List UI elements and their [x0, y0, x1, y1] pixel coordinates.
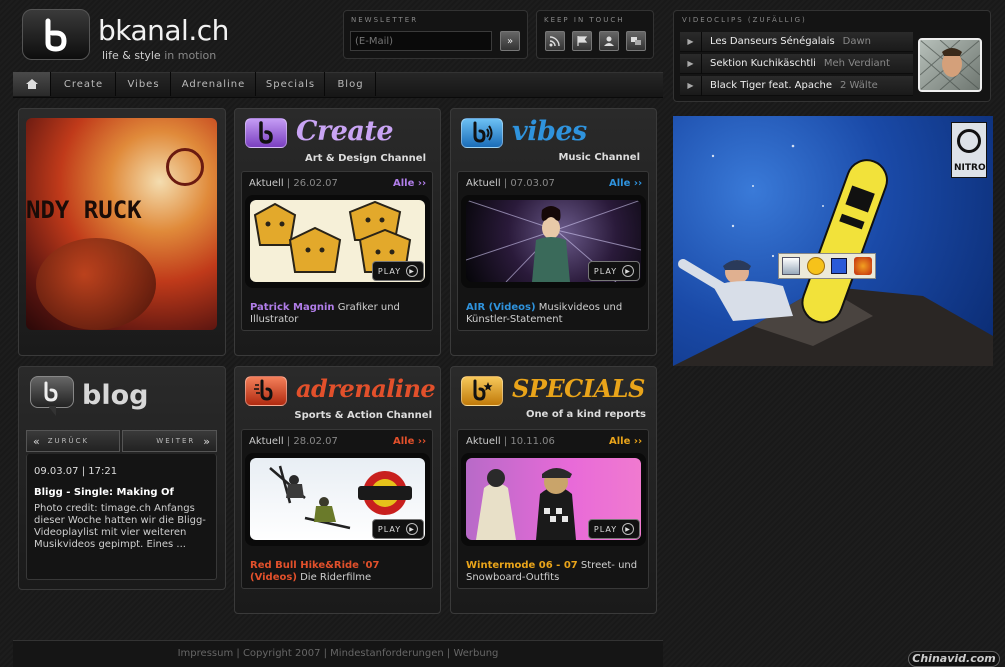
create-alle-link[interactable]: Alle ››	[393, 178, 426, 189]
adrenaline-title[interactable]: adrenaline	[296, 374, 436, 403]
logo-icon[interactable]	[22, 9, 90, 60]
create-channel-icon[interactable]	[245, 118, 287, 148]
logo-tagline: life & style in motion	[102, 49, 217, 62]
videoclip-row[interactable]: ▶ Sektion Kuchikäschtli Meh Verdiant	[680, 53, 913, 74]
footer-link-werbung[interactable]: Werbung	[453, 648, 498, 659]
adrenaline-description: Red Bull Hike&Ride '07 (Videos) Die Ride…	[250, 560, 380, 583]
speech-tail-icon	[48, 406, 56, 416]
specials-title[interactable]: SPECIALS	[512, 374, 645, 403]
save-icon[interactable]	[831, 258, 848, 274]
create-description: Patrick Magnin Grafiker und Illustrator	[250, 302, 400, 325]
nav-item-adrenaline[interactable]: Adrenaline	[172, 72, 256, 96]
contact-card-icon[interactable]	[599, 31, 619, 51]
flag-icon[interactable]	[572, 31, 592, 51]
double-chevron-right-icon: »	[203, 434, 210, 448]
create-play-button[interactable]: PLAY ▶	[372, 261, 424, 281]
nav-item-specials[interactable]: Specials	[257, 72, 325, 96]
nav-item-vibes[interactable]: Vibes	[117, 72, 171, 96]
create-aktuell: Aktuell | 26.02.07	[249, 178, 338, 189]
vibes-play-button[interactable]: PLAY ▶	[588, 261, 640, 281]
newsletter-title: NEWSLETTER	[351, 16, 419, 24]
logo-text[interactable]: bkanal.ch	[98, 14, 229, 47]
specials-subtitle: One of a kind reports	[525, 409, 646, 420]
blog-post-title[interactable]: Bligg - Single: Making Of	[34, 487, 174, 498]
vibes-description: AIR (Videos) Musikvideos und Künstler-St…	[466, 302, 623, 325]
feature-image-text: NDY RUCK	[26, 196, 142, 224]
messenger-icon[interactable]	[853, 257, 872, 275]
videoclips-title: VIDEOCLIPS (ZUFÄLLIG)	[682, 16, 807, 24]
rss-icon[interactable]	[545, 31, 565, 51]
create-subtitle: Art & Design Channel	[304, 153, 426, 164]
footer-link-requirements[interactable]: Mindestanforderungen	[330, 648, 444, 659]
blog-post-body: Photo credit: timage.ch Anfangs dieser W…	[34, 503, 206, 550]
play-icon: ▶	[622, 523, 635, 535]
home-icon[interactable]	[13, 72, 51, 96]
image-toolbar	[778, 253, 876, 279]
nav-item-blog[interactable]: Blog	[326, 72, 376, 96]
play-icon[interactable]: ▶	[680, 31, 702, 52]
keep-in-touch-title: KEEP IN TOUCH	[544, 16, 625, 24]
specials-aktuell: Aktuell | 10.11.06	[466, 436, 555, 447]
newsletter-email-input[interactable]	[350, 31, 492, 51]
play-icon[interactable]: ▶	[680, 75, 702, 96]
ad-brand-text: NITRO	[954, 163, 986, 173]
footer: Impressum | Copyright 2007 | Mindestanfo…	[13, 640, 663, 667]
ad-brand-logo: NITRO	[951, 122, 987, 178]
play-icon: ▶	[406, 523, 419, 535]
nav-item-create[interactable]: Create	[52, 72, 116, 96]
smiley-icon[interactable]	[806, 257, 825, 275]
adrenaline-channel-icon[interactable]	[245, 376, 287, 406]
videoclip-row[interactable]: ▶ Les Danseurs Sénégalais Dawn	[680, 31, 913, 52]
play-icon: ▶	[622, 265, 635, 277]
blog-back-button[interactable]: «ZURÜCK	[26, 430, 120, 452]
adrenaline-subtitle: Sports & Action Channel	[294, 410, 432, 421]
adrenaline-aktuell: Aktuell | 28.02.07	[249, 436, 338, 447]
videoclip-thumbnail[interactable]	[918, 38, 982, 92]
blog-icon[interactable]	[30, 376, 74, 408]
vibes-subtitle: Music Channel	[558, 152, 640, 163]
footer-link-impressum[interactable]: Impressum	[178, 648, 234, 659]
media-icon[interactable]	[782, 257, 801, 275]
play-icon[interactable]: ▶	[680, 53, 702, 74]
ad-banner[interactable]: NITRO	[673, 116, 993, 366]
adrenaline-play-button[interactable]: PLAY ▶	[372, 519, 424, 539]
play-icon: ▶	[406, 265, 419, 277]
vibes-title[interactable]: vibes	[512, 116, 587, 147]
blog-timestamp: 09.03.07 | 17:21	[34, 466, 118, 477]
vibes-channel-icon[interactable]	[461, 118, 503, 148]
community-icon[interactable]	[626, 31, 646, 51]
blog-title[interactable]: blog	[82, 380, 148, 411]
double-chevron-left-icon: «	[33, 434, 40, 448]
videoclip-row[interactable]: ▶ Black Tiger feat. Apache 2 Wälte	[680, 75, 913, 96]
vibes-alle-link[interactable]: Alle ››	[609, 178, 642, 189]
double-chevron-right-icon[interactable]: »	[500, 31, 520, 51]
specials-description: Wintermode 06 - 07 Street- und Snowboard…	[466, 560, 638, 583]
watermark: Chinavid.com	[908, 651, 1000, 667]
specials-play-button[interactable]: PLAY ▶	[588, 519, 640, 539]
specials-channel-icon[interactable]	[461, 376, 503, 406]
create-title[interactable]: Create	[296, 116, 394, 147]
blog-next-button[interactable]: WEITER»	[122, 430, 217, 452]
feature-image[interactable]: NDY RUCK	[26, 118, 217, 330]
footer-copyright: Copyright 2007	[242, 648, 321, 659]
adrenaline-alle-link[interactable]: Alle ››	[393, 436, 426, 447]
specials-alle-link[interactable]: Alle ››	[609, 436, 642, 447]
vibes-aktuell: Aktuell | 07.03.07	[466, 178, 555, 189]
